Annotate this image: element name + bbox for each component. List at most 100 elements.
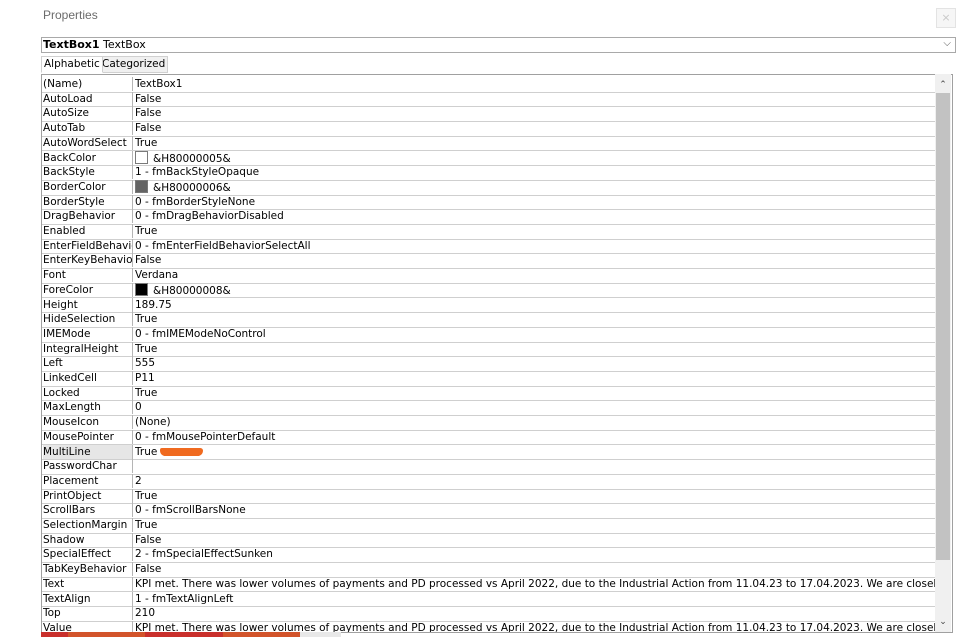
property-row[interactable]: BackColor &H80000005& [42,150,937,167]
property-value[interactable]: (None) [135,415,935,429]
property-row[interactable]: AutoTab False [42,121,937,137]
property-value[interactable]: Verdana [135,268,935,282]
property-value[interactable]: False [135,253,935,267]
property-value[interactable]: P11 [135,371,935,385]
object-selector[interactable]: TextBox1 TextBox ⌵ [41,37,956,53]
property-row[interactable]: PrintObject True [42,488,937,505]
property-name[interactable]: HideSelection [43,312,133,327]
property-row[interactable]: AutoLoad False [42,91,937,108]
property-row[interactable]: Top 210 [42,606,937,622]
property-value[interactable]: True [135,386,935,400]
property-value[interactable]: 0 - fmEnterFieldBehaviorSelectAll [135,239,935,253]
property-name[interactable]: SelectionMargin [43,518,133,532]
property-row[interactable]: BorderStyle 0 - fmBorderStyleNone [42,194,937,211]
property-name[interactable]: Height [43,297,133,312]
property-name[interactable]: MousePointer [43,429,133,444]
property-name[interactable]: TabKeyBehavior [43,562,133,577]
property-name[interactable]: BorderColor [43,179,133,194]
property-name[interactable]: ForeColor [43,282,133,297]
property-value[interactable]: KPI met. There was lower volumes of paym… [135,577,935,591]
property-value[interactable]: True [135,445,935,459]
property-row[interactable]: LinkedCell P11 [42,371,937,387]
property-value[interactable]: True [135,224,935,238]
property-row[interactable]: BackStyle 1 - fmBackStyleOpaque [42,165,937,181]
property-value[interactable]: 0 - fmIMEModeNoControl [135,327,935,341]
property-row[interactable]: Enabled True [42,224,937,240]
property-row[interactable]: HideSelection True [42,312,937,328]
property-name[interactable]: Enabled [43,224,133,238]
property-name[interactable]: Placement [43,473,133,488]
property-value[interactable]: 0 - fmDragBehaviorDisabled [135,209,935,223]
chevron-down-icon[interactable]: ⌵ [943,37,951,51]
property-name[interactable]: DragBehavior [43,209,133,224]
property-row[interactable]: IntegralHeight True [42,341,937,358]
property-row[interactable]: TextAlign 1 - fmTextAlignLeft [42,591,937,608]
property-name[interactable]: Left [43,356,133,371]
property-value[interactable]: False [135,533,935,547]
property-row[interactable]: AutoWordSelect True [42,135,937,152]
property-row[interactable]: EnterKeyBehavior False [42,253,937,270]
property-name[interactable]: AutoSize [43,106,133,121]
property-row[interactable]: IMEMode 0 - fmIMEModeNoControl [42,326,937,343]
property-name[interactable]: MouseIcon [43,415,133,430]
property-value[interactable]: False [135,121,935,135]
property-value[interactable] [135,459,935,473]
property-name[interactable]: Font [43,268,133,283]
property-value[interactable]: False [135,92,935,106]
scroll-up-icon[interactable]: ⌃ [935,77,951,93]
property-row[interactable]: (Name) TextBox1 [42,77,937,93]
property-row[interactable]: Left 555 [42,356,937,372]
property-row[interactable]: PasswordChar [42,459,937,475]
scroll-thumb[interactable] [936,93,950,560]
property-name[interactable]: MultiLine [43,444,133,459]
property-name[interactable]: Locked [43,385,133,400]
property-name[interactable]: AutoWordSelect [43,135,133,150]
property-value[interactable]: &H80000006& [135,179,935,194]
property-value[interactable]: &H80000005& [135,150,935,165]
property-name[interactable]: EnterKeyBehavior [43,253,133,268]
property-value[interactable]: TextBox1 [135,77,935,91]
property-value[interactable]: True [135,342,935,356]
property-value[interactable]: 1 - fmTextAlignLeft [135,592,935,606]
property-value[interactable]: 1 - fmBackStyleOpaque [135,165,935,179]
property-value[interactable]: 210 [135,606,935,620]
property-row[interactable]: Placement 2 [42,473,937,490]
property-row[interactable]: ForeColor &H80000008& [42,282,937,299]
property-value[interactable]: 2 [135,474,935,488]
property-value[interactable]: 189.75 [135,298,935,312]
tab-alphabetic[interactable]: Alphabetic [41,56,103,73]
property-value[interactable]: 0 - fmScrollBarsNone [135,503,935,517]
property-value[interactable]: 0 [135,400,935,414]
property-row[interactable]: SpecialEffect 2 - fmSpecialEffectSunken [42,547,937,564]
property-name[interactable]: Shadow [43,532,133,547]
property-row[interactable]: MaxLength 0 [42,400,937,417]
vertical-scrollbar[interactable]: ⌃ ⌄ [935,74,951,632]
scroll-down-icon[interactable]: ⌄ [935,614,951,630]
property-value[interactable]: True [135,489,935,503]
property-value[interactable]: 0 - fmMousePointerDefault [135,430,935,444]
property-row[interactable]: AutoSize False [42,106,937,123]
property-name[interactable]: IntegralHeight [43,341,133,356]
property-row[interactable]: Locked True [42,385,937,402]
property-name[interactable]: ScrollBars [43,503,133,518]
property-row[interactable]: ScrollBars 0 - fmScrollBarsNone [42,503,937,519]
property-name[interactable]: EnterFieldBehavior [43,238,133,253]
property-name[interactable]: Text [43,576,133,591]
property-name[interactable]: LinkedCell [43,371,133,385]
property-name[interactable]: BackColor [43,150,133,165]
property-name[interactable]: MaxLength [43,400,133,415]
property-row[interactable]: Text KPI met. There was lower volumes of … [42,576,937,593]
tab-categorized[interactable]: Categorized [99,56,169,73]
close-button[interactable]: × [936,8,956,28]
property-row[interactable]: EnterFieldBehavior 0 - fmEnterFieldBehavi… [42,238,937,255]
property-value[interactable]: &H80000008& [135,282,935,297]
property-name[interactable]: (Name) [43,77,133,91]
property-name[interactable]: Top [43,606,133,621]
property-row[interactable]: BorderColor &H80000006& [42,179,937,196]
property-name[interactable]: BackStyle [43,165,133,180]
property-name[interactable]: TextAlign [43,591,133,606]
property-row[interactable]: SelectionMargin True [42,518,937,534]
property-value[interactable]: 555 [135,356,935,370]
property-row[interactable]: TabKeyBehavior False [42,562,937,578]
property-value[interactable]: True [135,136,935,150]
